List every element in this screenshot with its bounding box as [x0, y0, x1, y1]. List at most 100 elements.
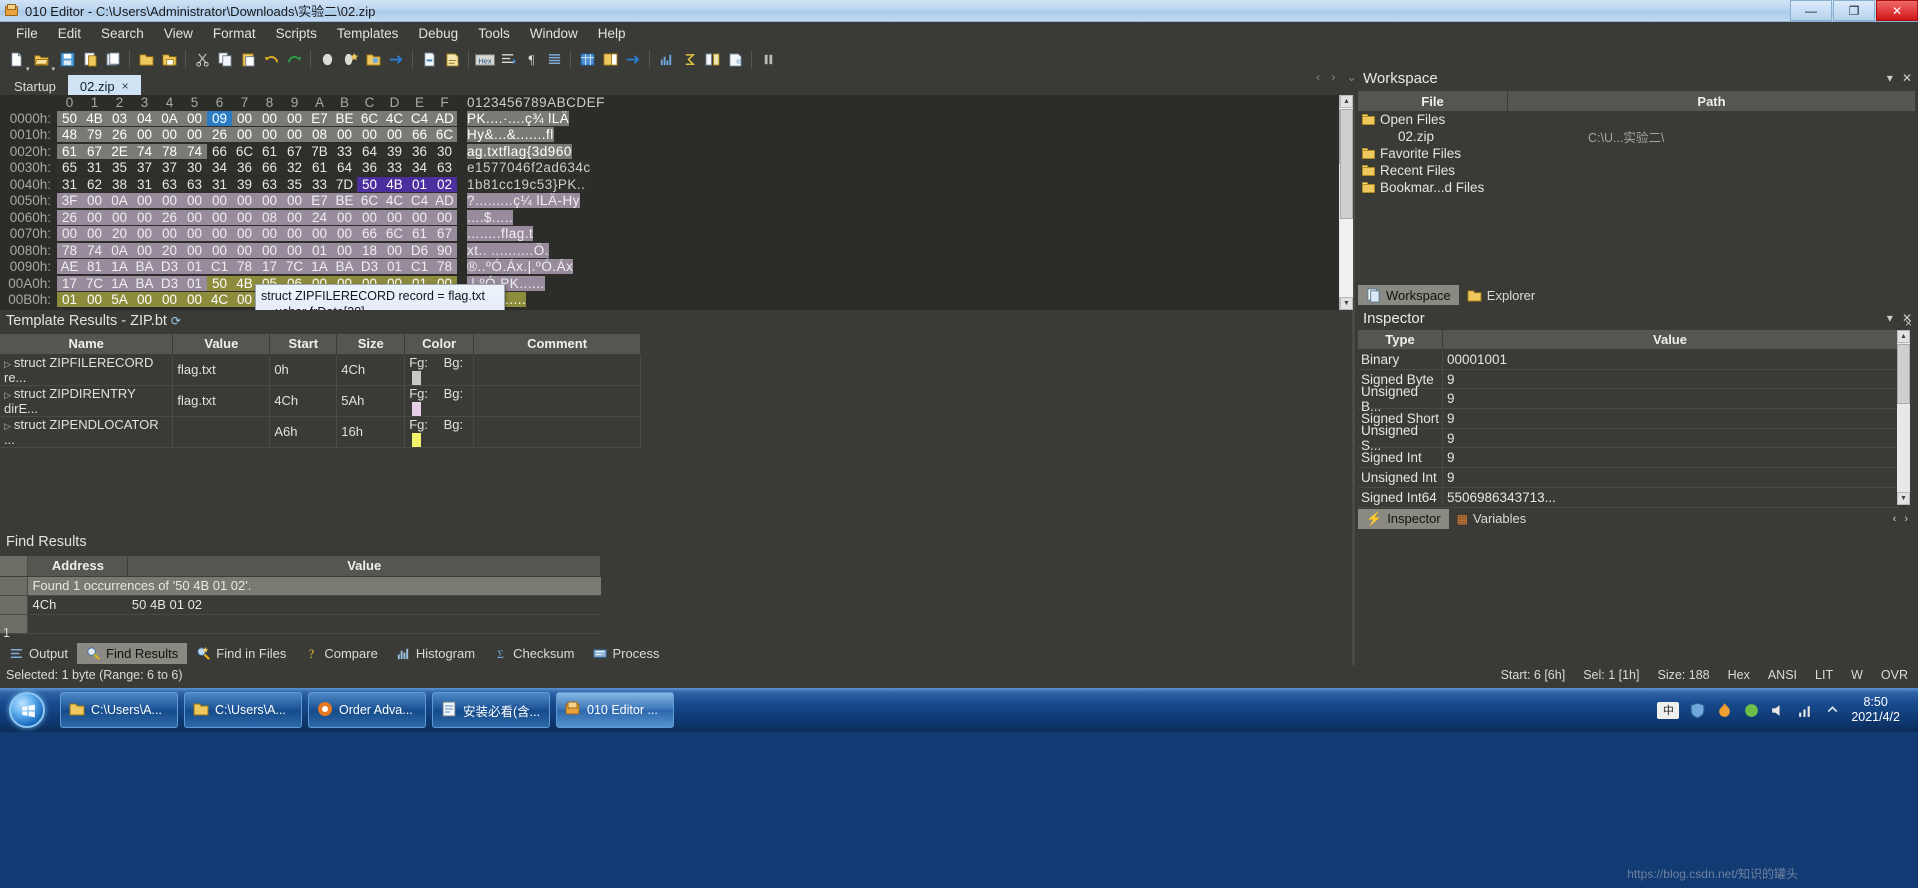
- hex-byte[interactable]: E7: [307, 110, 332, 126]
- hex-byte[interactable]: 00: [207, 226, 232, 242]
- scroll-up-icon[interactable]: ▲: [1340, 95, 1353, 108]
- hex-byte[interactable]: 30: [182, 160, 207, 176]
- hex-byte[interactable]: 78: [432, 259, 457, 275]
- hex-editor[interactable]: 0 1 2 3 4 5 6 7 8 9 A B C D E F 0123456789ABCDEF 0000h: 50…: [0, 95, 1352, 310]
- hex-byte[interactable]: 37: [132, 160, 157, 176]
- refresh-icon[interactable]: ⟳: [171, 314, 181, 328]
- hex-byte[interactable]: 01: [57, 292, 82, 308]
- hex-byte[interactable]: 39: [232, 176, 257, 192]
- hex-byte[interactable]: 6C: [357, 193, 382, 209]
- expand-chevron-icon[interactable]: ▷: [4, 421, 11, 431]
- hex-byte[interactable]: 50: [357, 176, 382, 192]
- hex-byte[interactable]: 62: [82, 176, 107, 192]
- col-name[interactable]: Name: [0, 334, 174, 355]
- hex-byte[interactable]: 01: [382, 259, 407, 275]
- hex-row[interactable]: 0000h: 50 4B 03 04 0A 00 09 00 00 00 E7 BE 6C 4C C4 AD PK…: [0, 110, 1352, 127]
- hex-byte[interactable]: BA: [132, 259, 157, 275]
- hex-byte[interactable]: 64: [357, 143, 382, 159]
- menu-file[interactable]: File: [6, 23, 48, 44]
- hex-row[interactable]: 0040h: 31 62 38 31 63 63 31 39 63 35 33 7D 50 4B 01 02 1b…: [0, 176, 1352, 193]
- tab-variables[interactable]: ▦ Variables: [1449, 509, 1535, 529]
- hex-byte[interactable]: 0A: [107, 242, 132, 258]
- hex-byte[interactable]: D3: [357, 259, 382, 275]
- menu-templates[interactable]: Templates: [327, 23, 409, 44]
- open-folder-icon[interactable]: [135, 48, 157, 70]
- hex-byte[interactable]: 00: [132, 226, 157, 242]
- hex-byte[interactable]: 00: [332, 209, 357, 225]
- hex-byte[interactable]: 00: [432, 209, 457, 225]
- hex-byte[interactable]: 00: [257, 127, 282, 143]
- ascii-text[interactable]: PK....·....ç¾ lLÄ­: [467, 110, 570, 126]
- cell-name[interactable]: ▷ struct ZIPFILERECORD re...: [0, 354, 174, 386]
- hex-row[interactable]: 0090h: AE 81 1A BA D3 01 C1 78 17 7C 1A BA D3 01 C1 78 ®.…: [0, 259, 1352, 276]
- inspector-value[interactable]: 9: [1443, 409, 1898, 428]
- hex-byte[interactable]: 00: [207, 209, 232, 225]
- hex-byte[interactable]: 2E: [107, 143, 132, 159]
- ascii-text[interactable]: 1b81cc19c53}PK..: [467, 176, 586, 192]
- scroll-up-icon[interactable]: ▲: [1897, 330, 1910, 343]
- tray-shell-icon[interactable]: [1743, 702, 1760, 719]
- hex-byte[interactable]: 01: [407, 176, 432, 192]
- columns-icon[interactable]: [543, 48, 565, 70]
- hex-byte[interactable]: 00: [157, 193, 182, 209]
- taskbar-item[interactable]: C:\Users\A...: [184, 692, 302, 728]
- hex-byte[interactable]: 04: [132, 110, 157, 126]
- table-row[interactable]: ▷ struct ZIPFILERECORD re... flag.txt 0h 4Ch…: [0, 354, 641, 386]
- hex-byte[interactable]: 90: [432, 242, 457, 258]
- checksum-icon[interactable]: [678, 48, 700, 70]
- hex-byte[interactable]: 01: [307, 242, 332, 258]
- cell-color[interactable]: Fg: Bg:: [404, 416, 475, 448]
- hex-byte[interactable]: 00: [107, 209, 132, 225]
- tab-close-icon[interactable]: ×: [122, 79, 129, 93]
- cell-name[interactable]: ▷ struct ZIPDIRENTRY dirE...: [0, 385, 174, 417]
- hex-byte[interactable]: C1: [207, 259, 232, 275]
- hex-byte[interactable]: BE: [332, 110, 357, 126]
- hex-byte[interactable]: 66: [257, 160, 282, 176]
- hex-byte[interactable]: 79: [82, 127, 107, 143]
- hex-byte[interactable]: C4: [407, 193, 432, 209]
- hex-byte[interactable]: 36: [357, 160, 382, 176]
- hex-byte[interactable]: 00: [207, 242, 232, 258]
- bottom-tab-find-in-files[interactable]: Find in Files: [187, 643, 295, 664]
- hex-byte[interactable]: BA: [132, 275, 157, 291]
- hex-byte[interactable]: 00: [332, 226, 357, 242]
- cell-color[interactable]: Fg: Bg:: [404, 354, 475, 386]
- hex-byte[interactable]: 7C: [282, 259, 307, 275]
- workspace-close-icon[interactable]: ✕: [1902, 71, 1912, 85]
- hex-byte[interactable]: BE: [332, 193, 357, 209]
- ascii-text[interactable]: ?.........ç¼ lLÄ-Hy: [467, 193, 581, 209]
- hex-byte[interactable]: 09: [207, 110, 232, 126]
- hex-byte[interactable]: 00: [382, 209, 407, 225]
- import-icon[interactable]: [418, 48, 440, 70]
- status-ansi[interactable]: ANSI: [1768, 668, 1797, 682]
- hex-byte[interactable]: 66: [207, 143, 232, 159]
- expand-chevron-icon[interactable]: ▷: [4, 359, 11, 369]
- hex-byte[interactable]: 00: [232, 209, 257, 225]
- col-address[interactable]: Address: [27, 556, 129, 577]
- hex-row[interactable]: 0080h: 78 74 0A 00 20 00 00 00 00 00 01 00 18 00 D6 90 xt…: [0, 242, 1352, 259]
- hex-byte[interactable]: 00: [232, 242, 257, 258]
- hex-byte[interactable]: 00: [382, 242, 407, 258]
- hex-row[interactable]: 0020h: 61 67 2E 74 78 74 66 6C 61 67 7B 33 64 39 36 30 ag…: [0, 143, 1352, 160]
- bookmark-icon[interactable]: [316, 48, 338, 70]
- hex-byte[interactable]: 67: [432, 226, 457, 242]
- hex-byte[interactable]: 26: [207, 127, 232, 143]
- bottom-tab-histogram[interactable]: Histogram: [387, 643, 484, 664]
- menu-window[interactable]: Window: [520, 23, 588, 44]
- hex-byte[interactable]: 36: [407, 143, 432, 159]
- hex-byte[interactable]: 33: [307, 176, 332, 192]
- save-as-icon[interactable]: [79, 48, 101, 70]
- hex-byte[interactable]: 26: [107, 127, 132, 143]
- hex-byte[interactable]: 64: [332, 160, 357, 176]
- inspector-next-icon[interactable]: ›: [1904, 513, 1908, 525]
- bottom-tab-compare[interactable]: ? Compare: [295, 643, 386, 664]
- col-value[interactable]: Value: [127, 556, 601, 577]
- hex-byte[interactable]: 17: [57, 275, 82, 291]
- hex-row[interactable]: 0050h: 3F 00 0A 00 00 00 00 00 00 00 E7 BE 6C 4C C4 AD?.…: [0, 193, 1352, 210]
- tab-workspace[interactable]: Workspace: [1358, 285, 1459, 305]
- hex-byte[interactable]: 74: [182, 143, 207, 159]
- hex-byte[interactable]: 00: [157, 292, 182, 308]
- paragraph-icon[interactable]: ¶: [520, 48, 542, 70]
- taskbar-item[interactable]: 安装必看(含...: [432, 692, 550, 728]
- hex-byte[interactable]: 00: [182, 110, 207, 126]
